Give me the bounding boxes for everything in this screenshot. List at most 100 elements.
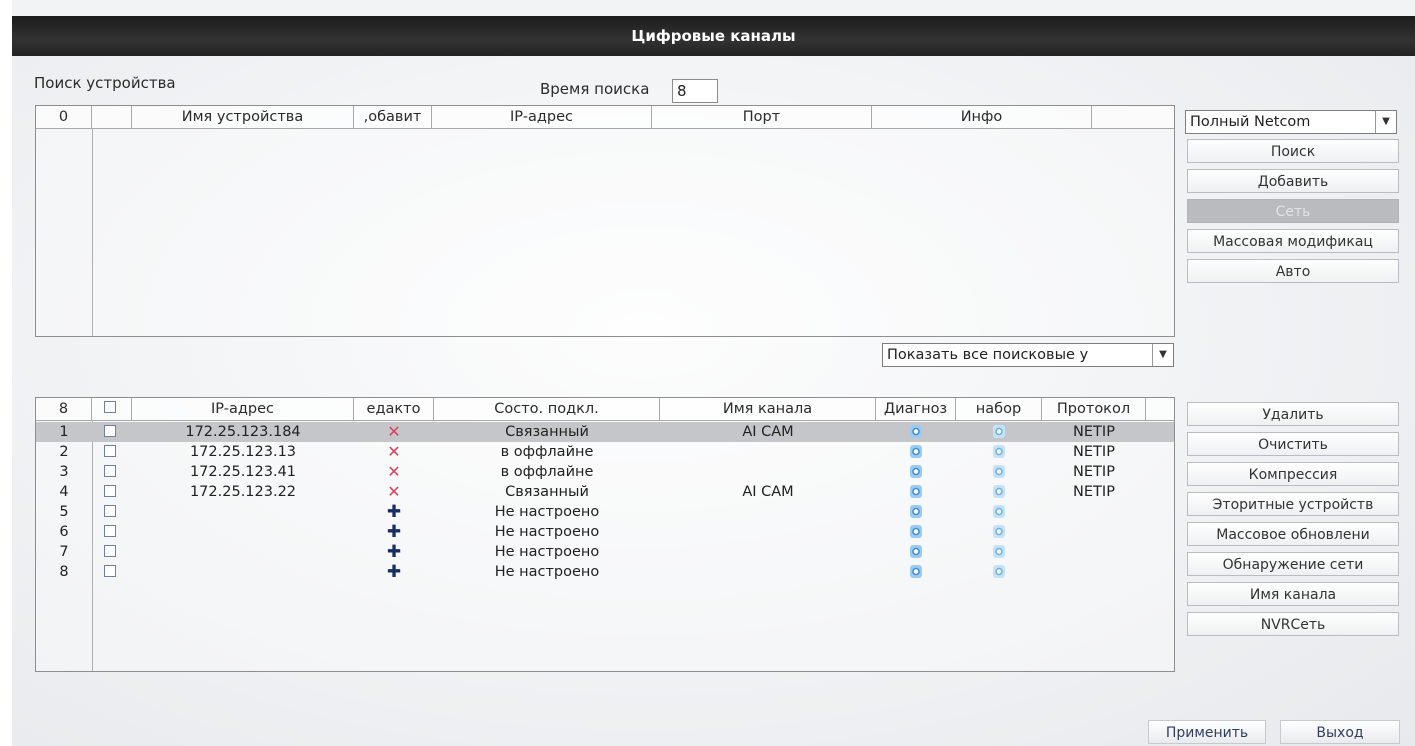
search-col-check[interactable] — [92, 106, 132, 128]
exit-button[interactable]: Выход — [1280, 720, 1400, 744]
plus-icon[interactable]: ✚ — [354, 502, 434, 522]
priority-devices-button[interactable]: Эторитные устройств — [1187, 492, 1399, 516]
protocol-dropdown[interactable]: Полный Netcom ▼ — [1185, 110, 1397, 134]
search-col-count: 0 — [36, 106, 92, 128]
row-checkbox[interactable] — [104, 525, 116, 537]
diagnose-icon[interactable] — [910, 525, 922, 538]
select-all-checkbox[interactable] — [104, 401, 116, 413]
row-number: 1 — [59, 424, 69, 440]
row-channel-name — [660, 562, 876, 582]
table-row[interactable]: 7 ✚ Не настроено — [36, 542, 1174, 562]
row-status: Не настроено — [494, 504, 600, 520]
diagnose-icon[interactable] — [910, 545, 922, 558]
diagnose-icon[interactable] — [910, 465, 922, 478]
table-row[interactable]: 1 172.25.123.184 ✕ Связанный AI CAM NETIP — [36, 422, 1174, 442]
row-checkbox[interactable] — [104, 505, 116, 517]
settings-icon[interactable] — [993, 565, 1005, 578]
search-col-port[interactable]: Порт — [652, 106, 872, 128]
channels-col-check[interactable] — [92, 398, 132, 420]
plus-icon[interactable]: ✚ — [354, 562, 434, 582]
settings-icon[interactable] — [993, 445, 1005, 458]
row-ip-address — [132, 522, 354, 542]
row-ip-address — [132, 562, 354, 582]
row-ip-address — [132, 502, 354, 522]
row-channel-name — [660, 542, 876, 562]
search-col-info[interactable]: Инфо — [872, 106, 1092, 128]
table-row[interactable]: 5 ✚ Не настроено — [36, 502, 1174, 522]
diagnose-icon[interactable] — [910, 565, 922, 578]
channels-col-status[interactable]: Состо. подкл. — [434, 398, 660, 420]
chevron-down-icon[interactable]: ▼ — [1375, 111, 1396, 133]
search-col-device-name[interactable]: Имя устройства — [132, 106, 354, 128]
diagnose-icon[interactable] — [910, 505, 922, 518]
settings-icon[interactable] — [993, 505, 1005, 518]
table-row[interactable]: 4 172.25.123.22 ✕ Связанный AI CAM NETIP — [36, 482, 1174, 502]
diagnose-icon[interactable] — [910, 485, 922, 498]
nvr-network-button[interactable]: NVRСеть — [1187, 612, 1399, 636]
channels-col-diagnose[interactable]: Диагноз — [876, 398, 956, 420]
search-results-table: 0 Имя устройства ,обавит IP-адрес Порт И… — [35, 105, 1175, 337]
x-icon[interactable]: ✕ — [354, 442, 434, 462]
row-channel-name — [660, 502, 876, 522]
apply-button[interactable]: Применить — [1148, 720, 1266, 744]
channels-col-name[interactable]: Имя канала — [660, 398, 876, 420]
search-col-ip[interactable]: IP-адрес — [432, 106, 652, 128]
search-col-added[interactable]: ,обавит — [354, 106, 432, 128]
x-icon[interactable]: ✕ — [354, 422, 434, 442]
table-row[interactable]: 3 172.25.123.41 ✕ в оффлайне NETIP — [36, 462, 1174, 482]
search-time-input[interactable]: 8 — [672, 79, 718, 103]
table-row[interactable]: 2 172.25.123.13 ✕ в оффлайне NETIP — [36, 442, 1174, 462]
row-ip-address: 172.25.123.13 — [189, 444, 297, 460]
channel-name-button[interactable]: Имя канала — [1187, 582, 1399, 606]
row-number: 8 — [59, 564, 69, 580]
row-status: Не настроено — [494, 524, 600, 540]
channels-col-settings[interactable]: набор — [956, 398, 1042, 420]
row-ip-address — [132, 542, 354, 562]
row-checkbox[interactable] — [104, 485, 116, 497]
compression-button[interactable]: Компрессия — [1187, 462, 1399, 486]
delete-button[interactable]: Удалить — [1187, 402, 1399, 426]
network-detection-button[interactable]: Обнаружение сети — [1187, 552, 1399, 576]
diagnose-icon[interactable] — [910, 425, 922, 438]
search-button[interactable]: Поиск — [1187, 139, 1399, 163]
row-ip-address: 172.25.123.41 — [189, 464, 297, 480]
settings-icon[interactable] — [993, 485, 1005, 498]
search-filter-value: Показать все поисковые у — [887, 347, 1089, 363]
search-table-header: 0 Имя устройства ,обавит IP-адрес Порт И… — [36, 106, 1174, 129]
settings-icon[interactable] — [993, 425, 1005, 438]
settings-icon[interactable] — [993, 465, 1005, 478]
batch-update-button[interactable]: Массовое обновлени — [1187, 522, 1399, 546]
row-channel-name: AI CAM — [742, 484, 794, 500]
channels-table: 8 IP-адрес едакто Состо. подкл. Имя кана… — [35, 397, 1175, 672]
channels-col-edit[interactable]: едакто — [354, 398, 434, 420]
table-row[interactable]: 6 ✚ Не настроено — [36, 522, 1174, 542]
x-icon[interactable]: ✕ — [354, 482, 434, 502]
x-icon[interactable]: ✕ — [354, 462, 434, 482]
chevron-down-icon[interactable]: ▼ — [1152, 344, 1173, 366]
row-checkbox[interactable] — [104, 445, 116, 457]
diagnose-icon[interactable] — [910, 445, 922, 458]
plus-icon[interactable]: ✚ — [354, 542, 434, 562]
network-button[interactable]: Сеть — [1187, 199, 1399, 223]
row-protocol: NETIP — [1073, 484, 1115, 500]
row-channel-name: AI CAM — [742, 424, 794, 440]
row-number: 3 — [59, 464, 69, 480]
row-checkbox[interactable] — [104, 425, 116, 437]
window-title: Цифровые каналы — [12, 16, 1415, 56]
row-checkbox[interactable] — [104, 465, 116, 477]
auto-button[interactable]: Авто — [1187, 259, 1399, 283]
row-checkbox[interactable] — [104, 545, 116, 557]
row-checkbox[interactable] — [104, 565, 116, 577]
batch-modify-button[interactable]: Массовая модификац — [1187, 229, 1399, 253]
settings-icon[interactable] — [993, 545, 1005, 558]
row-status: Не настроено — [494, 564, 600, 580]
search-filter-dropdown[interactable]: Показать все поисковые у ▼ — [882, 343, 1174, 367]
plus-icon[interactable]: ✚ — [354, 522, 434, 542]
channels-col-ip[interactable]: IP-адрес — [132, 398, 354, 420]
add-button[interactable]: Добавить — [1187, 169, 1399, 193]
channels-col-protocol[interactable]: Протокол — [1042, 398, 1146, 420]
row-protocol — [1042, 562, 1146, 582]
clear-button[interactable]: Очистить — [1187, 432, 1399, 456]
settings-icon[interactable] — [993, 525, 1005, 538]
table-row[interactable]: 8 ✚ Не настроено — [36, 562, 1174, 582]
